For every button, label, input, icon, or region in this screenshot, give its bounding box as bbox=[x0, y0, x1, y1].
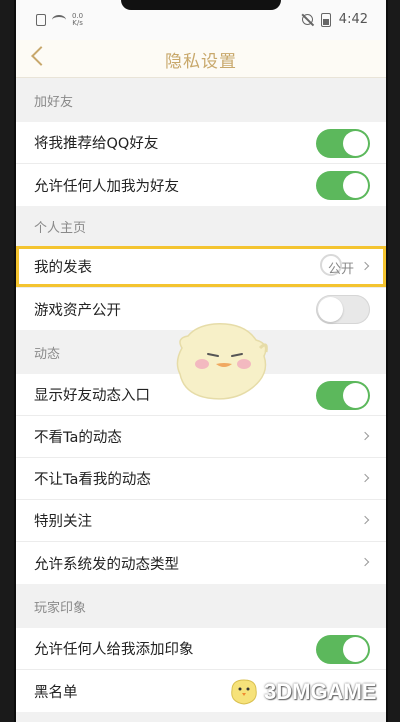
camera-notch bbox=[121, 0, 281, 10]
page-title: 隐私设置 bbox=[165, 52, 237, 72]
phone-screen: 0.0 K/s 4:42 隐私设置 加好友 将我推荐给QQ好友 允许任何人加我为… bbox=[14, 0, 388, 722]
network-speed-unit: K/s bbox=[72, 19, 83, 27]
row-label: 我的发表 bbox=[34, 260, 92, 276]
toggle-knob bbox=[343, 131, 368, 156]
watermark: 3DMGAME bbox=[228, 676, 376, 708]
chevron-right-icon bbox=[360, 261, 370, 271]
toggle-knob bbox=[318, 297, 343, 322]
section-header-homepage: 个人主页 bbox=[16, 206, 386, 246]
watermark-text: 3DMGAME bbox=[264, 679, 377, 704]
section-header-add-friends: 加好友 bbox=[16, 78, 386, 122]
row-label: 允许系统发的动态类型 bbox=[34, 556, 179, 573]
toggle-switch-on[interactable] bbox=[316, 171, 370, 200]
row-label: 将我推荐给QQ好友 bbox=[34, 136, 159, 152]
section-header-player-impression: 玩家印象 bbox=[16, 584, 386, 628]
toggle-switch-off[interactable] bbox=[316, 295, 370, 324]
clock: 4:42 bbox=[338, 12, 368, 27]
sim-card-icon bbox=[36, 14, 46, 26]
row-allow-anyone-add-friend[interactable]: 允许任何人加我为好友 bbox=[16, 164, 386, 206]
toggle-switch-on[interactable] bbox=[316, 381, 370, 410]
navigation-bar: 隐私设置 bbox=[16, 40, 386, 78]
chevron-right-icon bbox=[360, 515, 370, 525]
row-value: 公开 bbox=[327, 262, 354, 277]
toggle-switch-on[interactable] bbox=[316, 129, 370, 158]
row-hide-their-feed[interactable]: 不看Ta的动态 bbox=[16, 416, 386, 458]
row-label: 允许任何人给我添加印象 bbox=[34, 642, 194, 658]
chevron-right-icon bbox=[360, 557, 370, 567]
chick-mascot-icon bbox=[176, 323, 268, 400]
row-label: 允许任何人加我为好友 bbox=[34, 178, 179, 195]
status-bar: 0.0 K/s 4:42 bbox=[16, 0, 386, 40]
row-label: 特别关注 bbox=[34, 514, 92, 530]
battery-icon bbox=[320, 12, 331, 27]
mute-icon bbox=[301, 14, 313, 25]
row-label: 不让Ta看我的动态 bbox=[34, 472, 151, 488]
row-allow-add-impression[interactable]: 允许任何人给我添加印象 bbox=[16, 628, 386, 670]
network-speed: 0.0 K/s bbox=[72, 13, 83, 27]
toggle-switch-on[interactable] bbox=[316, 635, 370, 664]
toggle-knob bbox=[343, 637, 368, 662]
status-left: 0.0 K/s bbox=[36, 13, 83, 27]
row-hide-my-feed-from[interactable]: 不让Ta看我的动态 bbox=[16, 458, 386, 500]
row-system-feed-types[interactable]: 允许系统发的动态类型 bbox=[16, 542, 386, 584]
chevron-right-icon bbox=[360, 431, 370, 441]
chick-logo-icon bbox=[231, 679, 257, 705]
row-label: 显示好友动态入口 bbox=[34, 388, 150, 404]
status-right: 4:42 bbox=[301, 12, 368, 27]
toggle-knob bbox=[343, 383, 368, 408]
row-my-posts[interactable]: 我的发表 公开 bbox=[16, 246, 386, 288]
row-label: 不看Ta的动态 bbox=[34, 430, 122, 446]
toggle-knob bbox=[343, 173, 368, 198]
row-special-follow[interactable]: 特别关注 bbox=[16, 500, 386, 542]
row-label: 游戏资产公开 bbox=[34, 302, 121, 319]
row-label: 黑名单 bbox=[34, 684, 78, 701]
row-recommend-to-qq-friends[interactable]: 将我推荐给QQ好友 bbox=[16, 122, 386, 164]
wifi-icon bbox=[52, 15, 66, 25]
chevron-right-icon bbox=[360, 473, 370, 483]
